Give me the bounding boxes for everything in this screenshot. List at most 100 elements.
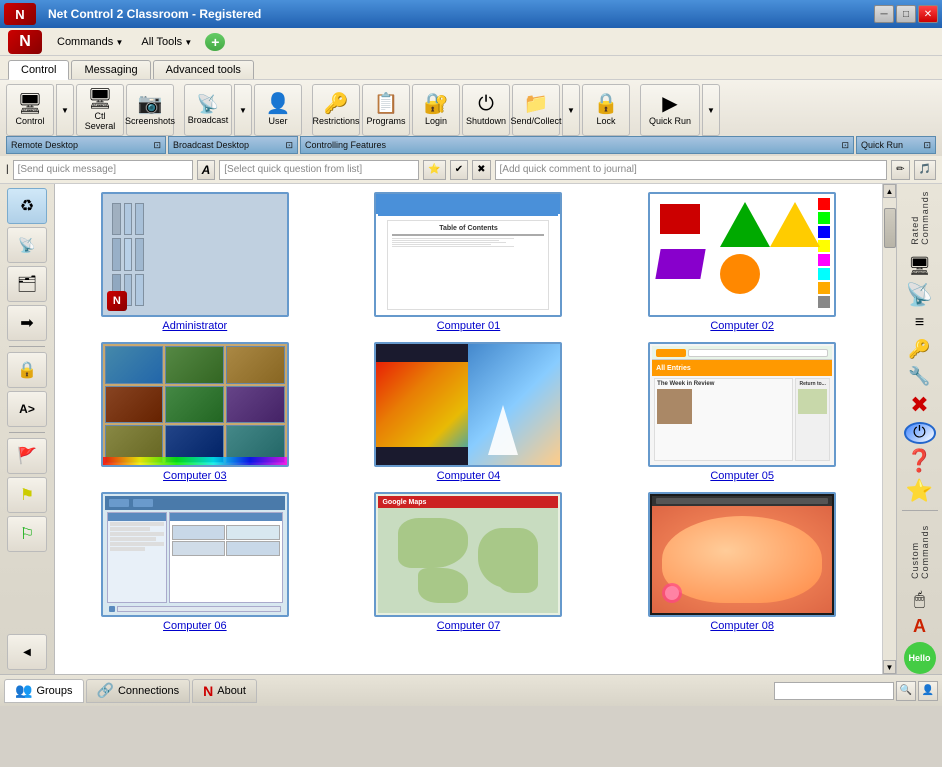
label-computer04[interactable]: Computer 04 xyxy=(437,470,501,482)
left-sidebar: ♻ 📡 🗂 ➡ 🔒 A> 🚩 ⚑ ⚐ ◀ xyxy=(0,184,55,674)
thumb-administrator[interactable]: N Administrator xyxy=(63,192,327,332)
label-computer03[interactable]: Computer 03 xyxy=(163,470,227,482)
label-computer05[interactable]: Computer 05 xyxy=(710,470,774,482)
shutdown-button[interactable]: ⏻ Shutdown xyxy=(462,84,510,136)
quick-message-input[interactable]: [Send quick message] xyxy=(13,160,193,180)
statusbar-user-icon[interactable]: 👤 xyxy=(918,681,938,701)
label-computer06[interactable]: Computer 06 xyxy=(163,620,227,632)
r-list-btn[interactable]: ≡ xyxy=(901,312,939,335)
close-button[interactable]: ✕ xyxy=(918,5,938,23)
toolbar: 🖥 Control ▼ 🖥 Ctl Several 📷 Screenshots … xyxy=(0,80,942,156)
thumb-computer04[interactable]: Computer 04 xyxy=(337,342,601,482)
r-key-btn[interactable]: 🔑 xyxy=(901,338,939,361)
app-logo-menu: N xyxy=(8,30,42,54)
group-label-broadcast-desktop: Broadcast Desktop ⊡ xyxy=(168,136,298,154)
tab-control[interactable]: Control xyxy=(8,60,69,80)
connections-icon: 🔗 xyxy=(97,682,114,699)
scroll-thumb[interactable] xyxy=(884,208,896,248)
r-cancel-btn[interactable]: ✖ xyxy=(901,392,939,418)
thumb-computer02[interactable]: Computer 02 xyxy=(610,192,874,332)
forward-btn[interactable]: ➡ xyxy=(7,305,47,341)
control-button[interactable]: 🖥 Control xyxy=(6,84,54,136)
refresh-btn[interactable]: ♻ xyxy=(7,188,47,224)
journal-input[interactable]: [Add quick comment to journal] xyxy=(495,160,888,180)
quick-run-arrow[interactable]: ▼ xyxy=(702,84,720,136)
send-collect-button[interactable]: 📁 Send/Collect xyxy=(512,84,560,136)
minimize-button[interactable]: ─ xyxy=(874,5,894,23)
tab-advanced[interactable]: Advanced tools xyxy=(153,60,254,79)
lock-sidebar-btn[interactable]: 🔒 xyxy=(7,352,47,388)
lock-button[interactable]: 🔒 Lock xyxy=(582,84,630,136)
text-btn[interactable]: A> xyxy=(7,391,47,427)
flag-yellow-btn[interactable]: ⚑ xyxy=(7,477,47,513)
login-button[interactable]: 🔐 Login xyxy=(412,84,460,136)
r-question-btn[interactable]: ❓ xyxy=(901,448,939,474)
thumb-computer01[interactable]: Table of Contents Computer 01 xyxy=(337,192,601,332)
maximize-button[interactable]: □ xyxy=(896,5,916,23)
label-computer01[interactable]: Computer 01 xyxy=(437,320,501,332)
statusbar-search-icon[interactable]: 🔍 xyxy=(896,681,916,701)
star-btn[interactable]: ⭐ xyxy=(423,160,445,180)
control-arrow[interactable]: ▼ xyxy=(56,84,74,136)
r-hello-btn[interactable]: Hello xyxy=(901,642,939,674)
app-title: Net Control 2 Classroom - Registered xyxy=(48,7,261,21)
r-text-btn[interactable]: A xyxy=(901,615,939,638)
broadcast-arrow[interactable]: ▼ xyxy=(234,84,252,136)
quick-question-input[interactable]: [Select quick question from list] xyxy=(219,160,419,180)
tab-messaging[interactable]: Messaging xyxy=(71,60,150,79)
user-button[interactable]: 👤 User xyxy=(254,84,302,136)
send-collect-arrow[interactable]: ▼ xyxy=(562,84,580,136)
scroll-track xyxy=(883,198,896,660)
group-label-remote-desktop: Remote Desktop ⊡ xyxy=(6,136,166,154)
about-icon: N xyxy=(203,683,213,699)
tab-connections[interactable]: 🔗 Connections xyxy=(86,679,191,703)
r-separator xyxy=(902,510,938,511)
label-computer07[interactable]: Computer 07 xyxy=(437,620,501,632)
group-label-quick-run: Quick Run ⊡ xyxy=(856,136,936,154)
r-wrench-btn[interactable]: 🔧 xyxy=(901,365,939,388)
thumbnail-area: N Administrator Table of Contents xyxy=(55,184,882,674)
font-button[interactable]: A xyxy=(197,160,216,180)
group-label-controlling-features: Controlling Features ⊡ xyxy=(300,136,854,154)
programs-button[interactable]: 📋 Programs xyxy=(362,84,410,136)
r-star-btn[interactable]: ⭐ xyxy=(901,478,939,504)
thumb-computer07[interactable]: Google Maps Computer 07 xyxy=(337,492,601,632)
broadcast-sidebar-btn[interactable]: 📡 xyxy=(7,227,47,263)
flag-red-btn[interactable]: 🚩 xyxy=(7,438,47,474)
label-administrator[interactable]: Administrator xyxy=(162,320,227,332)
apps-btn[interactable]: 🗂 xyxy=(7,266,47,302)
tools-menu[interactable]: All Tools xyxy=(132,33,201,51)
commands-menu[interactable]: Commands xyxy=(48,33,132,51)
groups-icon: 👥 xyxy=(15,682,32,699)
pen-btn[interactable]: ✏ xyxy=(891,160,909,180)
titlebar: N Net Control 2 Classroom - Registered ─… xyxy=(0,0,942,28)
statusbar: 👥 Groups 🔗 Connections N About 🔍 👤 xyxy=(0,674,942,706)
r-power-btn[interactable]: ⏻ xyxy=(904,422,936,444)
scroll-up[interactable]: ▲ xyxy=(883,184,896,198)
broadcast-button[interactable]: 📡 Broadcast xyxy=(184,84,232,136)
restrictions-button[interactable]: 🔑 Restrictions xyxy=(312,84,360,136)
music-btn[interactable]: 🎵 xyxy=(914,160,936,180)
quick-run-button[interactable]: ▶ Quick Run xyxy=(640,84,700,136)
r-monitor-btn[interactable]: 🖥 xyxy=(901,255,939,278)
ctl-several-button[interactable]: 🖥 Ctl Several xyxy=(76,84,124,136)
tab-groups[interactable]: 👥 Groups xyxy=(4,679,84,703)
thumb-computer06[interactable]: Computer 06 xyxy=(63,492,327,632)
tab-about[interactable]: N About xyxy=(192,679,257,703)
sidebar-arrow-btn[interactable]: ◀ xyxy=(7,634,47,670)
label-computer02[interactable]: Computer 02 xyxy=(710,320,774,332)
thumb-computer05[interactable]: All Entries The Week in Review xyxy=(610,342,874,482)
label-computer08[interactable]: Computer 08 xyxy=(710,620,774,632)
add-button[interactable]: + xyxy=(205,33,225,51)
screenshots-button[interactable]: 📷 Screenshots xyxy=(126,84,174,136)
thumb-computer08[interactable]: Computer 08 xyxy=(610,492,874,632)
flag-green-btn[interactable]: ⚐ xyxy=(7,516,47,552)
r-cursor-btn[interactable]: 🖱 xyxy=(901,588,939,611)
sidebar-sep-1 xyxy=(9,346,45,347)
check-btn[interactable]: ✔ xyxy=(450,160,468,180)
thumb-computer03[interactable]: Computer 03 xyxy=(63,342,327,482)
scroll-down[interactable]: ▼ xyxy=(883,660,896,674)
x-btn[interactable]: ✖ xyxy=(472,160,490,180)
r-broadcast-btn[interactable]: 📡 xyxy=(901,282,939,308)
statusbar-search[interactable] xyxy=(774,682,894,700)
